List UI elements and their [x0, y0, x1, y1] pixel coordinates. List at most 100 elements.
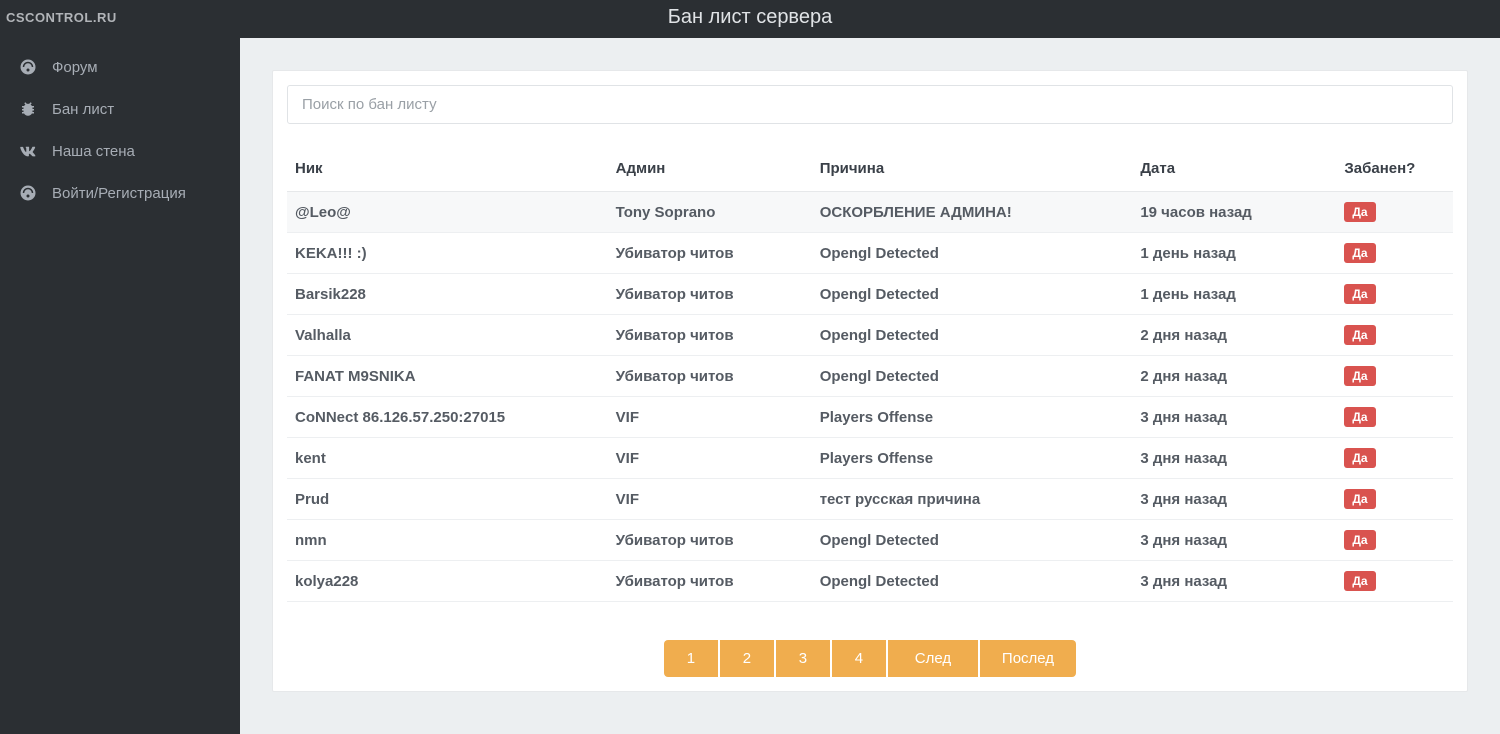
status-badge: Да [1344, 243, 1375, 263]
vk-icon [18, 141, 38, 161]
cell-reason: Opengl Detected [812, 356, 1133, 397]
cell-admin: Убиватор читов [608, 356, 812, 397]
cell-admin: Убиватор читов [608, 520, 812, 561]
page-next-button[interactable]: След [888, 640, 978, 677]
cell-nick: Valhalla [287, 315, 608, 356]
banlist-table: Ник Админ Причина Дата Забанен? @Leo@Ton… [287, 146, 1453, 602]
status-badge: Да [1344, 202, 1375, 222]
col-header-reason: Причина [812, 146, 1133, 192]
page-title: Бан лист сервера [668, 6, 832, 29]
cell-reason: Opengl Detected [812, 520, 1133, 561]
dashboard-icon [18, 57, 38, 77]
cell-date: 1 день назад [1132, 274, 1336, 315]
table-row[interactable]: @Leo@Tony SopranoОСКОРБЛЕНИЕ АДМИНА!19 ч… [287, 192, 1453, 233]
pagination: 1 2 3 4 След Послед [287, 640, 1453, 677]
cell-admin: Tony Soprano [608, 192, 812, 233]
site-logo: CSCONTROL.RU [6, 10, 117, 25]
main-content: Ник Админ Причина Дата Забанен? @Leo@Ton… [240, 38, 1500, 734]
table-row[interactable]: kentVIFPlayers Offense3 дня назадДа [287, 438, 1453, 479]
cell-nick: kolya228 [287, 561, 608, 602]
status-badge: Да [1344, 407, 1375, 427]
cell-reason: Opengl Detected [812, 315, 1133, 356]
status-badge: Да [1344, 571, 1375, 591]
cell-nick: @Leo@ [287, 192, 608, 233]
cell-reason: Opengl Detected [812, 274, 1133, 315]
cell-reason: ОСКОРБЛЕНИЕ АДМИНА! [812, 192, 1133, 233]
cell-date: 1 день назад [1132, 233, 1336, 274]
bug-icon [18, 99, 38, 119]
table-row[interactable]: ValhallaУбиватор читовOpengl Detected2 д… [287, 315, 1453, 356]
sidebar-item-label: Наша стена [52, 143, 135, 160]
sidebar-item-forum[interactable]: Форум [0, 46, 240, 88]
page-4-button[interactable]: 4 [832, 640, 886, 677]
page-last-button[interactable]: Послед [980, 640, 1076, 677]
cell-admin: Убиватор читов [608, 561, 812, 602]
cell-nick: Prud [287, 479, 608, 520]
cell-banned: Да [1336, 233, 1453, 274]
cell-nick: nmn [287, 520, 608, 561]
status-badge: Да [1344, 489, 1375, 509]
cell-reason: Opengl Detected [812, 561, 1133, 602]
cell-date: 3 дня назад [1132, 397, 1336, 438]
cell-banned: Да [1336, 479, 1453, 520]
table-row[interactable]: PrudVIFтест русская причина3 дня назад Да [287, 479, 1453, 520]
content-card: Ник Админ Причина Дата Забанен? @Leo@Ton… [272, 70, 1468, 692]
cell-banned: Да [1336, 315, 1453, 356]
cell-banned: Да [1336, 192, 1453, 233]
page-1-button[interactable]: 1 [664, 640, 718, 677]
cell-reason: тест русская причина [812, 479, 1133, 520]
cell-banned: Да [1336, 356, 1453, 397]
cell-admin: Убиватор читов [608, 315, 812, 356]
table-row[interactable]: nmnУбиватор читовOpengl Detected3 дня на… [287, 520, 1453, 561]
topbar: CSCONTROL.RU Бан лист сервера [0, 0, 1500, 38]
cell-nick: FANAT M9SNIKA [287, 356, 608, 397]
sidebar-item-label: Бан лист [52, 101, 114, 118]
cell-banned: Да [1336, 274, 1453, 315]
cell-date: 3 дня назад [1132, 479, 1336, 520]
status-badge: Да [1344, 366, 1375, 386]
cell-nick: CoNNect 86.126.57.250:27015 [287, 397, 608, 438]
sidebar-item-label: Войти/Регистрация [52, 185, 186, 202]
cell-admin: VIF [608, 397, 812, 438]
table-row[interactable]: KEKA!!! :)Убиватор читовOpengl Detected1… [287, 233, 1453, 274]
cell-nick: Barsik228 [287, 274, 608, 315]
col-header-nick: Ник [287, 146, 608, 192]
cell-admin: VIF [608, 438, 812, 479]
cell-admin: VIF [608, 479, 812, 520]
table-row[interactable]: Barsik228Убиватор читовOpengl Detected1 … [287, 274, 1453, 315]
sidebar: Форум Бан лист Наша стена Войти/Регистра… [0, 38, 240, 734]
cell-date: 19 часов назад [1132, 192, 1336, 233]
cell-banned: Да [1336, 561, 1453, 602]
status-badge: Да [1344, 530, 1375, 550]
status-badge: Да [1344, 448, 1375, 468]
cell-banned: Да [1336, 397, 1453, 438]
col-header-admin: Админ [608, 146, 812, 192]
col-header-banned: Забанен? [1336, 146, 1453, 192]
cell-banned: Да [1336, 520, 1453, 561]
cell-date: 2 дня назад [1132, 315, 1336, 356]
cell-reason: Players Offense [812, 438, 1133, 479]
search-input[interactable] [287, 85, 1453, 124]
table-row[interactable]: kolya228Убиватор читовOpengl Detected3 д… [287, 561, 1453, 602]
cell-nick: KEKA!!! :) [287, 233, 608, 274]
sidebar-item-login[interactable]: Войти/Регистрация [0, 172, 240, 214]
cell-banned: Да [1336, 438, 1453, 479]
sidebar-item-label: Форум [52, 59, 98, 76]
cell-date: 3 дня назад [1132, 520, 1336, 561]
cell-date: 3 дня назад [1132, 438, 1336, 479]
dashboard-icon [18, 183, 38, 203]
page-3-button[interactable]: 3 [776, 640, 830, 677]
cell-admin: Убиватор читов [608, 233, 812, 274]
table-row[interactable]: FANAT M9SNIKAУбиватор читовOpengl Detect… [287, 356, 1453, 397]
cell-date: 2 дня назад [1132, 356, 1336, 397]
status-badge: Да [1344, 284, 1375, 304]
sidebar-item-wall[interactable]: Наша стена [0, 130, 240, 172]
cell-reason: Players Offense [812, 397, 1133, 438]
sidebar-item-banlist[interactable]: Бан лист [0, 88, 240, 130]
table-row[interactable]: CoNNect 86.126.57.250:27015VIFPlayers Of… [287, 397, 1453, 438]
page-2-button[interactable]: 2 [720, 640, 774, 677]
cell-date: 3 дня назад [1132, 561, 1336, 602]
cell-admin: Убиватор читов [608, 274, 812, 315]
col-header-date: Дата [1132, 146, 1336, 192]
status-badge: Да [1344, 325, 1375, 345]
